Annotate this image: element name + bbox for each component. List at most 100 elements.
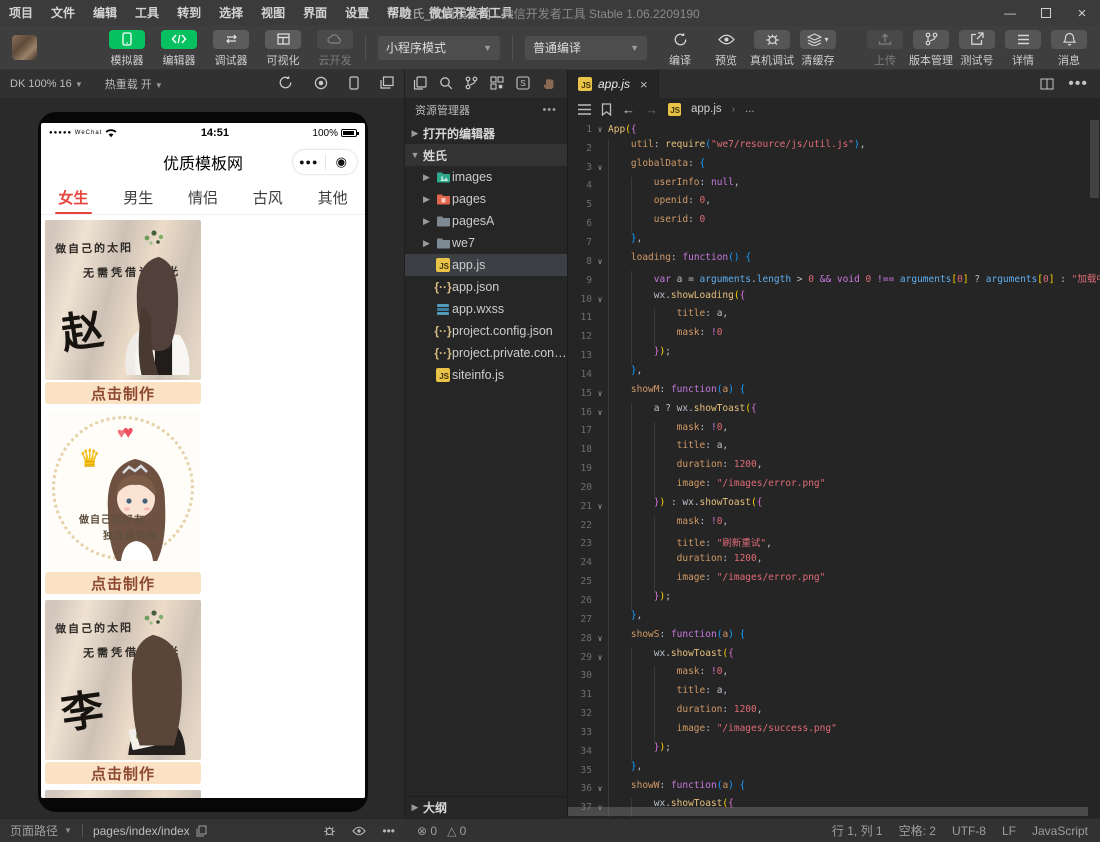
more-icon[interactable]: ••• — [1068, 75, 1088, 93]
toolbar-action-预览[interactable]: 预览 — [703, 28, 749, 68]
nav-forward-icon[interactable]: → — [645, 102, 658, 117]
device-scale-select[interactable]: DK 100% 16 ▼ — [10, 78, 83, 90]
file-project.private.config.js...[interactable]: {··}project.private.config.js... — [405, 342, 567, 364]
toolbar-action-编译[interactable]: 编译 — [657, 28, 703, 68]
strip-pages-icon[interactable] — [413, 76, 427, 93]
bug-icon[interactable] — [323, 824, 336, 837]
fold-chevron-icon[interactable]: ∨ — [592, 634, 608, 643]
template-image[interactable]: 做自己的太阳无需凭借谁的光刘 — [45, 790, 201, 798]
maximize-button[interactable] — [1028, 0, 1064, 26]
file-app.js[interactable]: JSapp.js — [405, 254, 567, 276]
tab-app-js[interactable]: JS app.js × — [568, 70, 659, 98]
strip-s-box-icon[interactable]: S — [516, 76, 530, 93]
menu-item-工具[interactable]: 工具 — [126, 0, 168, 26]
file-pagesA[interactable]: ▶pagesA — [405, 210, 567, 232]
fold-chevron-icon[interactable]: ∨ — [592, 163, 608, 172]
tab-其他[interactable]: 其他 — [300, 181, 365, 214]
tab-古风[interactable]: 古风 — [235, 181, 300, 214]
template-image[interactable]: 做自己的太阳无需凭借谁的光李 — [45, 600, 201, 760]
menu-item-界面[interactable]: 界面 — [294, 0, 336, 26]
menu-item-设置[interactable]: 设置 — [336, 0, 378, 26]
close-tab-icon[interactable]: × — [640, 77, 648, 92]
sim-windows-icon[interactable] — [380, 76, 394, 92]
mode-select[interactable]: 小程序模式▼ — [378, 36, 500, 60]
page-path-label[interactable]: 页面路径 — [10, 822, 58, 839]
file-app.json[interactable]: {··}app.json — [405, 276, 567, 298]
strip-branch-icon[interactable] — [465, 76, 478, 93]
toolbar-action-测试号[interactable]: 测试号 — [954, 28, 1000, 68]
toolbar-button-可视化[interactable]: 可视化 — [257, 28, 309, 68]
warning-count[interactable]: △ 0 — [447, 824, 466, 838]
toolbar-action-详情[interactable]: 详情 — [1000, 28, 1046, 68]
sim-device-icon[interactable] — [349, 76, 359, 93]
avatar[interactable] — [12, 35, 37, 60]
menu-item-帮助[interactable]: 帮助 — [378, 0, 420, 26]
fold-chevron-icon[interactable]: ∨ — [592, 653, 608, 662]
vertical-scrollbar[interactable] — [1090, 120, 1099, 198]
strip-hand-icon[interactable] — [542, 76, 556, 93]
close-button[interactable]: × — [1064, 0, 1100, 26]
code-editor[interactable]: 1∨App({2util: require("we7/resource/js/u… — [568, 120, 1100, 818]
file-siteinfo.js[interactable]: JSsiteinfo.js — [405, 364, 567, 386]
tab-情侣[interactable]: 情侣 — [171, 181, 236, 214]
open-editors-section[interactable]: ▶ 打开的编辑器 — [405, 122, 567, 144]
tab-男生[interactable]: 男生 — [106, 181, 171, 214]
menu-item-微信开发者工具[interactable]: 微信开发者工具 — [420, 0, 522, 26]
nav-back-icon[interactable]: ← — [622, 102, 635, 117]
sim-refresh-icon[interactable] — [278, 75, 293, 93]
toolbar-button-编辑器[interactable]: 编辑器 — [153, 28, 205, 68]
fold-chevron-icon[interactable]: ∨ — [592, 389, 608, 398]
language-mode[interactable]: JavaScript — [1032, 824, 1088, 838]
file-pages[interactable]: ▶pages — [405, 188, 567, 210]
template-image[interactable]: 做自己的太阳无需凭借谁的光赵 — [45, 220, 201, 380]
project-root-section[interactable]: ▼ 姓氏 — [405, 144, 567, 166]
make-button[interactable]: 点击制作 — [45, 762, 201, 784]
fold-chevron-icon[interactable]: ∨ — [592, 408, 608, 417]
minimize-button[interactable]: — — [992, 0, 1028, 26]
fold-chevron-icon[interactable]: ∨ — [592, 125, 608, 134]
horizontal-scrollbar[interactable] — [568, 807, 1088, 816]
toolbar-action-版本管理[interactable]: 版本管理 — [908, 28, 954, 68]
fold-chevron-icon[interactable]: ∨ — [592, 784, 608, 793]
toolbar-button-模拟器[interactable]: 模拟器 — [101, 28, 153, 68]
fold-chevron-icon[interactable]: ∨ — [592, 257, 608, 266]
toolbar-action-清缓存[interactable]: ▾清缓存 — [795, 28, 841, 68]
more-icon[interactable]: ••• — [542, 104, 557, 116]
cursor-position[interactable]: 行 1, 列 1 — [832, 822, 883, 839]
strip-search-icon[interactable] — [439, 76, 453, 93]
tab-女生[interactable]: 女生 — [41, 181, 106, 214]
fold-chevron-icon[interactable]: ∨ — [592, 502, 608, 511]
more-icon[interactable]: ••• — [382, 824, 395, 838]
make-button[interactable]: 点击制作 — [45, 572, 201, 594]
hot-reload-toggle[interactable]: 热重载 开 ▼ — [105, 76, 163, 92]
menu-item-项目[interactable]: 项目 — [0, 0, 42, 26]
toolbar-button-调试器[interactable]: 调试器 — [205, 28, 257, 68]
eol[interactable]: LF — [1002, 824, 1016, 838]
copy-icon[interactable] — [196, 825, 207, 837]
exit-target-icon[interactable]: ◉ — [326, 154, 358, 170]
eye-icon[interactable] — [352, 826, 366, 836]
error-count[interactable]: ⊗ 0 — [417, 824, 437, 838]
file-we7[interactable]: ▶we7 — [405, 232, 567, 254]
outline-section[interactable]: ▶ 大纲 — [405, 796, 567, 818]
bookmark-icon[interactable] — [601, 103, 612, 116]
menu-item-转到[interactable]: 转到 — [168, 0, 210, 26]
template-image[interactable]: ♛♥♥做自己的好友独立且自由 — [45, 410, 201, 570]
make-button[interactable]: 点击制作 — [45, 382, 201, 404]
file-app.wxss[interactable]: app.wxss — [405, 298, 567, 320]
menu-item-文件[interactable]: 文件 — [42, 0, 84, 26]
file-project.config.json[interactable]: {··}project.config.json — [405, 320, 567, 342]
menu-item-编辑[interactable]: 编辑 — [84, 0, 126, 26]
fold-chevron-icon[interactable]: ∨ — [592, 295, 608, 304]
sim-record-icon[interactable] — [314, 76, 328, 93]
toolbar-action-真机调试[interactable]: 真机调试 — [749, 28, 795, 68]
more-icon[interactable]: ●●● — [293, 157, 325, 167]
toolbar-action-消息[interactable]: 消息 — [1046, 28, 1092, 68]
encoding[interactable]: UTF-8 — [952, 824, 986, 838]
split-editor-icon[interactable] — [1040, 77, 1054, 91]
menu-icon[interactable] — [578, 104, 591, 115]
strip-blocks-icon[interactable] — [490, 76, 504, 93]
file-images[interactable]: ▶images — [405, 166, 567, 188]
menu-item-视图[interactable]: 视图 — [252, 0, 294, 26]
menu-item-选择[interactable]: 选择 — [210, 0, 252, 26]
